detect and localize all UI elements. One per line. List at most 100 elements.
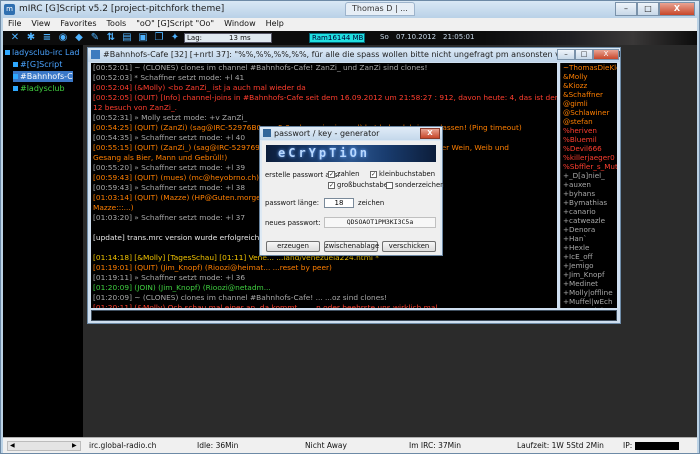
nick-item[interactable]: ~ThomasDieKle	[561, 63, 617, 72]
window-icon	[13, 74, 18, 79]
address-book-icon[interactable]: ◉	[57, 32, 69, 44]
connect-icon[interactable]: ✕	[9, 32, 21, 44]
ram-meter: Ram: 16144 MB	[309, 33, 365, 43]
menu-tools[interactable]: Tools	[102, 18, 132, 31]
status-in-irc: Im IRC: 37Min	[409, 441, 461, 450]
arrow-right-icon[interactable]: ▶	[72, 442, 77, 449]
channel-title-bar[interactable]: #Bahnhofs-Cafe [32] [+nrtl 37]: "%%,%%,%…	[88, 48, 620, 62]
options-icon[interactable]: ✱	[25, 32, 37, 44]
chat-line: [00:52:05] (QUIT) [Info] channel-joins i…	[93, 93, 557, 102]
channel-window-controls: – □ X	[557, 49, 619, 60]
nick-item[interactable]: %killerjaeger0	[561, 153, 617, 162]
uppercase-checkbox[interactable]: ✓ großbuchstaben	[328, 181, 392, 189]
nick-item[interactable]: +Medinet	[561, 279, 617, 288]
title-bar[interactable]: m mIRC [G]Script v5.2 [project-pitchfork…	[1, 1, 699, 18]
nick-item[interactable]: +Han`	[561, 234, 617, 243]
time-readout: 21:05:01	[443, 33, 475, 41]
clipboard-button[interactable]: zwischenablage	[324, 241, 379, 252]
nick-item[interactable]: +Hexle	[561, 243, 617, 252]
maximize-button[interactable]: □	[637, 2, 659, 16]
nick-item[interactable]: +Denora	[561, 225, 617, 234]
menu-favorites[interactable]: Favorites	[55, 18, 101, 31]
tree-item[interactable]: #[G]Script	[13, 59, 62, 70]
dialog-body: eCrYpTiOn erstelle passwort aus: ✓ zahlen…	[262, 141, 444, 255]
menu-gscript[interactable]: "oO" [G]Script "Oo"	[131, 18, 219, 31]
check-icon: ✓	[370, 170, 377, 178]
dcc-icon[interactable]: ⇅	[105, 32, 117, 44]
channel-icon	[91, 50, 100, 59]
digits-checkbox[interactable]: ✓ zahlen	[328, 170, 359, 178]
nick-item[interactable]: +_D[a]niel_	[561, 171, 617, 180]
send-button[interactable]: verschicken	[382, 241, 436, 252]
help-icon[interactable]: ✦	[169, 32, 181, 44]
nick-item[interactable]: %Sbffler_s_Mut	[561, 162, 617, 171]
nick-item[interactable]: +catweazle	[561, 216, 617, 225]
nick-item[interactable]: +Bymathias	[561, 198, 617, 207]
chat-line: [01:19:11] » Schaffner setzt mode: +l 36	[93, 273, 246, 282]
menu-help[interactable]: Help	[261, 18, 289, 31]
lag-value: 13 ms	[229, 34, 251, 42]
channel-close-button[interactable]: X	[593, 49, 619, 60]
menu-window[interactable]: Window	[219, 18, 261, 31]
edit-icon[interactable]: ✎	[89, 32, 101, 44]
nick-item[interactable]: +Jim_Knopf	[561, 270, 617, 279]
message-input[interactable]	[91, 310, 617, 321]
arrow-left-icon[interactable]: ◀	[10, 442, 15, 449]
minimize-button[interactable]: –	[615, 2, 637, 16]
channel-list-icon[interactable]: ≡	[41, 32, 53, 44]
nick-item[interactable]: @gimli	[561, 99, 617, 108]
tree-item[interactable]: ladysclub-irc Lad	[5, 47, 79, 58]
chat-line: [00:52:03] * Schaffner setzt mode: +l 41	[93, 73, 245, 82]
nick-item[interactable]: +byhans	[561, 189, 617, 198]
window-icon[interactable]: ▣	[137, 32, 149, 44]
log-icon[interactable]: ▤	[121, 32, 133, 44]
nick-item[interactable]: +PS1Andy|BnC	[561, 306, 617, 308]
channel-maximize-button[interactable]: □	[575, 49, 593, 60]
status-bar: ◀ ▶ irc.global-radio.ch Idle: 36Min Nich…	[3, 437, 697, 453]
nick-item[interactable]: +auxen	[561, 180, 617, 189]
mirc-window: m mIRC [G]Script v5.2 [project-pitchfork…	[0, 0, 700, 454]
nick-item[interactable]: &Kiozz	[561, 81, 617, 90]
generate-button[interactable]: erzeugen	[266, 241, 320, 252]
status-idle: Idle: 36Min	[197, 441, 239, 450]
menu-file[interactable]: File	[3, 18, 26, 31]
nick-item[interactable]: %Bluemil	[561, 135, 617, 144]
mirc-app-icon: m	[4, 4, 15, 15]
encryption-banner: eCrYpTiOn	[266, 145, 436, 162]
status-server: irc.global-radio.ch	[89, 441, 157, 450]
dialog-icon	[263, 129, 271, 137]
chat-line: [00:52:31] » Molly setzt mode: +v ZanZi_	[93, 113, 248, 122]
tree-item[interactable]: #ladysclub	[13, 83, 65, 94]
window-icon	[5, 50, 10, 55]
nick-item[interactable]: %heriven	[561, 126, 617, 135]
lowercase-checkbox[interactable]: ✓ kleinbuchstaben	[370, 170, 435, 178]
nick-item[interactable]: %Devil666	[561, 144, 617, 153]
nick-item[interactable]: +canario	[561, 207, 617, 216]
day-label: So	[380, 33, 389, 41]
nick-item[interactable]: &Schaffner	[561, 90, 617, 99]
close-button[interactable]: X	[659, 2, 695, 16]
nick-item[interactable]: +Jemigo	[561, 261, 617, 270]
nick-item[interactable]: +Molly|offline	[561, 288, 617, 297]
status-scroll-control[interactable]: ◀ ▶	[7, 441, 81, 451]
nick-item[interactable]: &Molly	[561, 72, 617, 81]
dialog-close-button[interactable]: X	[420, 128, 440, 139]
nick-item[interactable]: +IcE_off	[561, 252, 617, 261]
status-away: Nicht Away	[305, 441, 347, 450]
length-input[interactable]: 18	[324, 198, 354, 208]
check-icon: ✓	[328, 181, 335, 189]
nick-item[interactable]: +Muffel|wEch	[561, 297, 617, 306]
nick-item[interactable]: @Schlawiner	[561, 108, 617, 117]
menu-view[interactable]: View	[26, 18, 55, 31]
background-tab[interactable]: Thomas D | ...	[345, 2, 415, 16]
notify-icon[interactable]: ◆	[73, 32, 85, 44]
cascade-icon[interactable]: ❐	[153, 32, 165, 44]
tree-item[interactable]: #Bahnhofs-C	[13, 71, 73, 82]
nick-list[interactable]: ~ThomasDieKle &Molly &Kiozz &Schaffner @giml…	[560, 63, 617, 308]
channel-minimize-button[interactable]: –	[557, 49, 575, 60]
dialog-title-bar[interactable]: passwort / key - generator X	[260, 127, 442, 140]
new-password-field[interactable]: QDSOAOT1PM3KI3C5a	[324, 217, 436, 228]
special-chars-checkbox[interactable]: sonderzeichen	[386, 181, 444, 189]
menu-bar: File View Favorites Tools "oO" [G]Script…	[3, 18, 697, 31]
nick-item[interactable]: @stefan	[561, 117, 617, 126]
